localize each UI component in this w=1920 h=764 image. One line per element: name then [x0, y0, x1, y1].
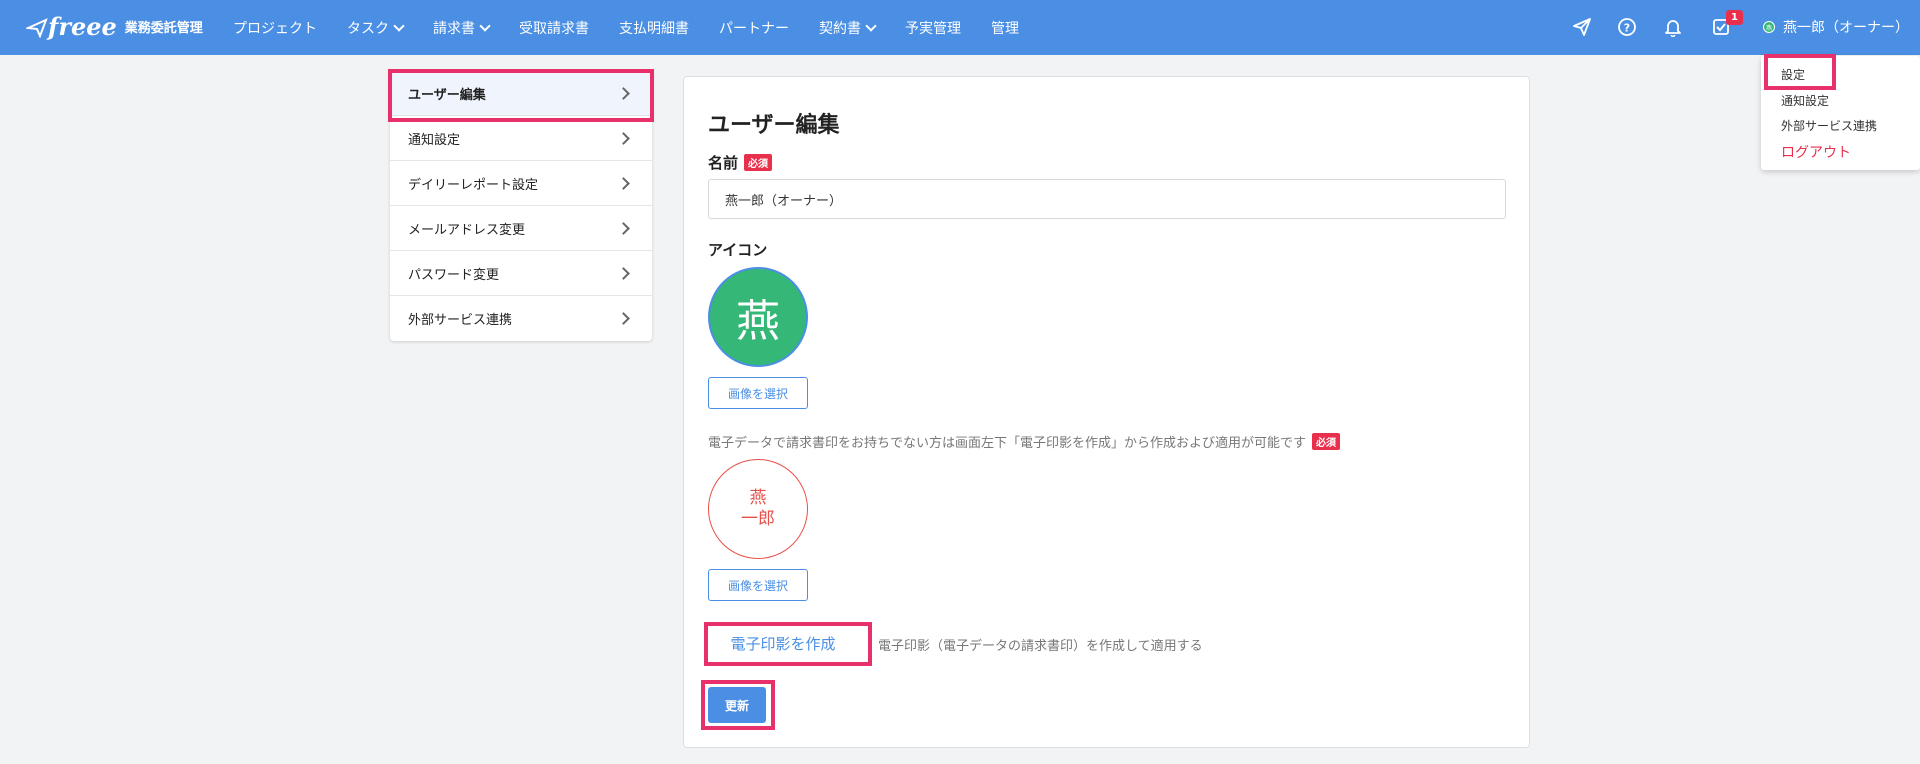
sidebar-item-label: パスワード変更: [408, 267, 500, 283]
sidebar-item-label: ユーザー編集: [408, 87, 486, 103]
sidebar-item-notification-settings[interactable]: 通知設定: [390, 116, 652, 161]
nav-received-invoices[interactable]: 受取請求書: [519, 18, 589, 38]
user-menu[interactable]: 燕 燕一郎（オーナー）: [1763, 17, 1909, 37]
sidebar-item-password-change[interactable]: パスワード変更: [390, 251, 652, 296]
bell-icon[interactable]: [1661, 15, 1685, 39]
nav-label: タスク: [347, 20, 389, 37]
nav-tasks[interactable]: タスク: [347, 18, 405, 38]
required-badge: 必須: [744, 154, 773, 171]
name-input[interactable]: [708, 179, 1506, 219]
sidebar-item-label: メールアドレス変更: [408, 222, 526, 238]
svg-text:?: ?: [1624, 22, 1630, 35]
nav-admin[interactable]: 管理: [991, 18, 1019, 38]
nav-label: プロジェクト: [233, 20, 317, 37]
user-edit-card: ユーザー編集 名前 必須 アイコン 燕 画像を選択 電子データで請求書印をお持ち…: [683, 76, 1530, 748]
stamp-note-text: 電子データで請求書印をお持ちでない方は画面左下「電子印影を作成」から作成および適…: [708, 436, 1307, 451]
seal-stamp-image: 燕 一郎: [708, 459, 808, 559]
dropdown-item-settings[interactable]: 設定: [1781, 66, 1805, 83]
user-avatar: 燕: [1763, 21, 1775, 33]
stamp-line-2: 一郎: [741, 509, 775, 529]
chevron-right-icon: [617, 87, 630, 100]
sidebar-item-daily-report[interactable]: デイリーレポート設定: [390, 161, 652, 206]
chevron-down-icon: [865, 19, 877, 32]
nav-label: 受取請求書: [519, 20, 589, 37]
user-name: 燕一郎（オーナー）: [1783, 20, 1909, 36]
select-icon-image-button[interactable]: 画像を選択: [708, 377, 808, 409]
nav-partners[interactable]: パートナー: [719, 18, 789, 38]
nav-contracts[interactable]: 契約書: [819, 18, 877, 38]
freee-bird-icon: [26, 17, 48, 38]
nav-label: 予実管理: [905, 20, 961, 37]
required-badge: 必須: [1312, 433, 1341, 450]
app-logo[interactable]: freee 業務委託管理: [26, 12, 203, 41]
user-icon-avatar: 燕: [708, 267, 808, 367]
name-label: 名前 必須: [708, 152, 773, 173]
settings-sidebar: ユーザー編集 通知設定 デイリーレポート設定 メールアドレス変更 パスワード変更…: [390, 71, 652, 341]
sidebar-item-user-edit[interactable]: ユーザー編集: [390, 71, 652, 116]
logo-text: freee: [48, 12, 117, 41]
nav-label: 請求書: [433, 20, 475, 37]
dropdown-item-notification-settings[interactable]: 通知設定: [1781, 92, 1829, 109]
nav-projects[interactable]: プロジェクト: [233, 18, 317, 38]
sidebar-item-email-change[interactable]: メールアドレス変更: [390, 206, 652, 251]
send-icon[interactable]: [1570, 15, 1594, 39]
nav-label: 管理: [991, 20, 1019, 37]
nav-label: パートナー: [719, 20, 789, 37]
nav-invoices[interactable]: 請求書: [433, 18, 491, 38]
icon-label: アイコン: [708, 241, 768, 259]
nav-label: 支払明細書: [619, 20, 689, 37]
create-stamp-description: 電子印影（電子データの請求書印）を作成して適用する: [878, 639, 1203, 654]
sidebar-item-external-services[interactable]: 外部サービス連携: [390, 296, 652, 341]
page-title: ユーザー編集: [708, 113, 840, 138]
dropdown-item-external-services[interactable]: 外部サービス連携: [1781, 117, 1877, 134]
chevron-right-icon: [617, 312, 630, 325]
sidebar-item-label: 外部サービス連携: [408, 313, 513, 328]
nav-payment-statements[interactable]: 支払明細書: [619, 18, 689, 38]
nav-budget[interactable]: 予実管理: [905, 18, 961, 38]
chevron-right-icon: [617, 222, 630, 235]
create-e-stamp-link[interactable]: 電子印影を作成: [704, 625, 862, 661]
sidebar-item-label: 通知設定: [408, 132, 461, 148]
sidebar-item-label: デイリーレポート設定: [408, 177, 539, 193]
user-dropdown-menu: 設定 通知設定 外部サービス連携 ログアウト: [1761, 56, 1920, 170]
stamp-note: 電子データで請求書印をお持ちでない方は画面左下「電子印影を作成」から作成および適…: [708, 432, 1341, 451]
update-button[interactable]: 更新: [708, 687, 766, 723]
app-title: 業務委託管理: [124, 21, 203, 36]
stamp-line-1: 燕: [749, 487, 767, 508]
main-nav: プロジェクト タスク 請求書 受取請求書 支払明細書 パートナー 契約書 予実管…: [233, 0, 1049, 55]
select-stamp-image-button[interactable]: 画像を選択: [708, 569, 808, 601]
help-icon[interactable]: ?: [1615, 15, 1639, 39]
task-count-badge: 1: [1726, 10, 1743, 25]
nav-label: 契約書: [819, 20, 861, 37]
chevron-right-icon: [617, 177, 630, 190]
chevron-right-icon: [617, 267, 630, 280]
name-label-text: 名前: [708, 154, 739, 172]
chevron-down-icon: [479, 19, 491, 32]
top-navbar: freee 業務委託管理 プロジェクト タスク 請求書 受取請求書 支払明細書 …: [0, 0, 1920, 55]
chevron-right-icon: [617, 132, 630, 145]
dropdown-item-logout[interactable]: ログアウト: [1781, 142, 1851, 162]
chevron-down-icon: [393, 19, 405, 32]
